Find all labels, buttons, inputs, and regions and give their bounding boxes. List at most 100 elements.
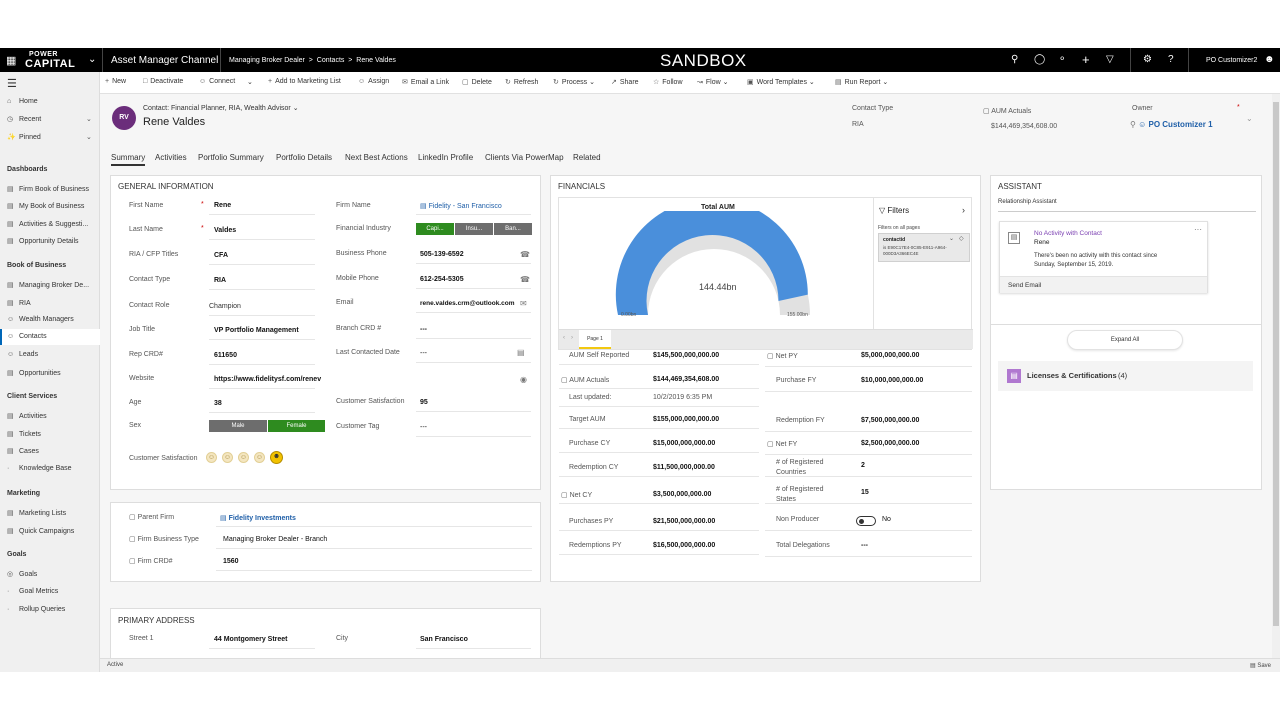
clear-filter-icon[interactable]: ◇ bbox=[959, 235, 964, 242]
tab-linkedin-profile[interactable]: LinkedIn Profile bbox=[418, 153, 473, 162]
rating-face-3-icon[interactable]: ☺ bbox=[238, 452, 249, 463]
gear-icon[interactable]: ⚙ bbox=[1143, 54, 1152, 65]
flow-button[interactable]: ↝ Flow ⌄ bbox=[697, 78, 728, 86]
chevron-right-icon[interactable]: › bbox=[962, 205, 965, 215]
connect-button[interactable]: ☺ Connect bbox=[199, 78, 235, 85]
nav-pinned[interactable]: ✨ Pinned bbox=[7, 133, 41, 141]
rating-face-1-icon[interactable]: ☺ bbox=[206, 452, 217, 463]
rep-crd-field[interactable]: 611650 bbox=[214, 352, 237, 359]
tab-summary[interactable]: Summary bbox=[111, 153, 146, 166]
delete-button[interactable]: ▢ Delete bbox=[462, 78, 492, 86]
sex-option-male[interactable]: Male bbox=[209, 420, 267, 432]
age-field[interactable]: 38 bbox=[214, 400, 222, 407]
customer-tag-field[interactable]: --- bbox=[420, 424, 427, 431]
page-prev-icon[interactable]: ‹ bbox=[563, 335, 565, 341]
customer-satisfaction-score-field[interactable]: 95 bbox=[420, 399, 428, 406]
nav-item-knowledge-base[interactable]: · Knowledge Base bbox=[7, 465, 72, 472]
nav-item-leads[interactable]: ☺ Leads bbox=[7, 351, 38, 358]
tab-clients-via-powermap[interactable]: Clients Via PowerMap bbox=[485, 153, 564, 162]
filters-header[interactable]: ▽ Filters bbox=[879, 206, 909, 215]
city-field[interactable]: San Francisco bbox=[420, 636, 468, 643]
tab-next-best-actions[interactable]: Next Best Actions bbox=[345, 153, 408, 162]
rating-face-5-icon[interactable]: ☻ bbox=[270, 451, 283, 464]
financial-value[interactable]: $7,500,000,000.00 bbox=[861, 417, 919, 424]
contact-type-field[interactable]: RIA bbox=[214, 277, 226, 284]
follow-button[interactable]: ☆ Follow bbox=[653, 78, 683, 86]
app-launcher-icon[interactable]: ▦ bbox=[6, 54, 16, 67]
branch-crd-field[interactable]: --- bbox=[420, 326, 427, 333]
last-name-field[interactable]: Valdes bbox=[214, 227, 236, 234]
tab-portfolio-summary[interactable]: Portfolio Summary bbox=[198, 153, 264, 162]
phone-icon[interactable]: ☎ bbox=[520, 250, 530, 259]
breadcrumb-item[interactable]: Managing Broker Dealer bbox=[229, 57, 305, 64]
chevron-down-icon[interactable]: ⌄ bbox=[1246, 114, 1253, 123]
page-scrollbar[interactable] bbox=[1272, 94, 1280, 658]
first-name-field[interactable]: Rene bbox=[214, 202, 231, 209]
nav-item-firm-book[interactable]: ▤ Firm Book of Business bbox=[7, 185, 89, 193]
save-button[interactable]: ▤ Save bbox=[1250, 662, 1271, 669]
non-producer-toggle[interactable] bbox=[856, 516, 876, 526]
financial-value[interactable]: No bbox=[882, 516, 891, 523]
financial-value[interactable]: 2 bbox=[861, 462, 865, 469]
deactivate-button[interactable]: □ Deactivate bbox=[143, 78, 183, 85]
new-button[interactable]: + New bbox=[105, 78, 126, 85]
expand-all-button[interactable]: Expand All bbox=[1067, 330, 1183, 350]
filter-icon[interactable]: ▽ bbox=[1106, 54, 1114, 65]
calendar-icon[interactable]: ▤ bbox=[517, 348, 525, 357]
process-button[interactable]: ↻ Process ⌄ bbox=[553, 78, 595, 86]
scrollbar-thumb[interactable] bbox=[1273, 102, 1279, 626]
breadcrumb-item[interactable]: Contacts bbox=[317, 57, 345, 64]
financial-value[interactable]: $144,469,354,608.00 bbox=[653, 376, 719, 383]
nav-item-opportunities[interactable]: ▤ Opportunities bbox=[7, 369, 61, 377]
help-icon[interactable]: ? bbox=[1168, 54, 1174, 65]
financial-value[interactable]: $155,000,000,000.00 bbox=[653, 416, 719, 423]
nav-item-wealth-managers[interactable]: ☺ Wealth Managers bbox=[7, 316, 74, 323]
last-contacted-field[interactable]: --- bbox=[420, 350, 427, 357]
form-selector[interactable]: Contact: Financial Planner, RIA, Wealth … bbox=[143, 104, 299, 112]
nav-item-managing-broker[interactable]: ▤ Managing Broker De... bbox=[7, 281, 89, 289]
contact-role-field[interactable]: Champion bbox=[209, 303, 241, 310]
firm-name-link[interactable]: ▤ Fidelity - San Francisco bbox=[420, 202, 502, 210]
filter-card[interactable]: contactid ⌄ ◇ is E90C17E4-0C85-E911-A964… bbox=[878, 233, 970, 262]
financial-value[interactable]: $21,500,000,000.00 bbox=[653, 518, 715, 525]
assistant-card-title[interactable]: No Activity with Contact bbox=[1034, 230, 1102, 237]
nav-item-contacts[interactable]: ☺ Contacts bbox=[7, 333, 47, 340]
licenses-row[interactable]: ▤ Licenses & Certifications (4) bbox=[998, 361, 1253, 391]
industry-option-capital[interactable]: Capi... bbox=[416, 223, 454, 235]
nav-home[interactable]: ⌂ Home bbox=[7, 98, 38, 105]
owner-link[interactable]: ⚲ ☺ PO Customizer 1 bbox=[1130, 120, 1213, 129]
nav-item-opportunity-details[interactable]: ▤ Opportunity Details bbox=[7, 237, 79, 245]
user-name[interactable]: PO Customizer2 bbox=[1206, 57, 1257, 64]
website-field[interactable]: https://www.fidelitysf.com/renev bbox=[214, 376, 321, 383]
lightbulb-icon[interactable]: ⚬ bbox=[1058, 54, 1066, 65]
financial-value[interactable]: 15 bbox=[861, 489, 869, 496]
financial-value[interactable]: $2,500,000,000.00 bbox=[861, 440, 919, 447]
email-icon[interactable]: ✉ bbox=[520, 299, 527, 308]
chevron-down-icon[interactable]: ⌄ bbox=[949, 235, 954, 242]
chevron-down-icon[interactable]: ⌄ bbox=[86, 115, 92, 123]
share-button[interactable]: ↗ Share bbox=[611, 78, 639, 86]
industry-option-insurance[interactable]: Insu... bbox=[455, 223, 493, 235]
sex-option-female[interactable]: Female bbox=[268, 420, 325, 432]
chevron-down-icon[interactable]: ⌄ bbox=[88, 54, 96, 65]
financial-value[interactable]: $145,500,000,000.00 bbox=[653, 352, 719, 359]
nav-item-ria[interactable]: ▤ RIA bbox=[7, 299, 31, 307]
nav-recent[interactable]: ◷ Recent bbox=[7, 115, 41, 123]
mobile-phone-field[interactable]: 612-254-5305 bbox=[420, 276, 464, 283]
email-link-button[interactable]: ✉ Email a Link bbox=[402, 78, 449, 86]
nav-item-goal-metrics[interactable]: · Goal Metrics bbox=[7, 588, 58, 595]
nav-item-tickets[interactable]: ▤ Tickets bbox=[7, 430, 41, 438]
nav-item-activities[interactable]: ▤ Activities bbox=[7, 412, 47, 420]
globe-icon[interactable]: ◉ bbox=[520, 375, 527, 384]
hamburger-icon[interactable]: ☰ bbox=[7, 77, 17, 90]
rating-face-2-icon[interactable]: ☺ bbox=[222, 452, 233, 463]
search-icon[interactable]: ⚲ bbox=[1011, 54, 1018, 65]
nav-item-cases[interactable]: ▤ Cases bbox=[7, 447, 39, 455]
rating-face-4-icon[interactable]: ☺ bbox=[254, 452, 265, 463]
plus-icon[interactable]: + bbox=[1082, 52, 1090, 67]
send-email-button[interactable]: Send Email bbox=[1008, 282, 1041, 289]
financial-value[interactable]: $10,000,000,000.00 bbox=[861, 377, 923, 384]
user-icon[interactable]: ☻ bbox=[1264, 54, 1275, 65]
email-field[interactable]: rene.valdes.crm@outlook.com bbox=[420, 300, 514, 307]
nav-item-activities-suggestions[interactable]: ▤ Activities & Suggesti... bbox=[7, 220, 88, 228]
